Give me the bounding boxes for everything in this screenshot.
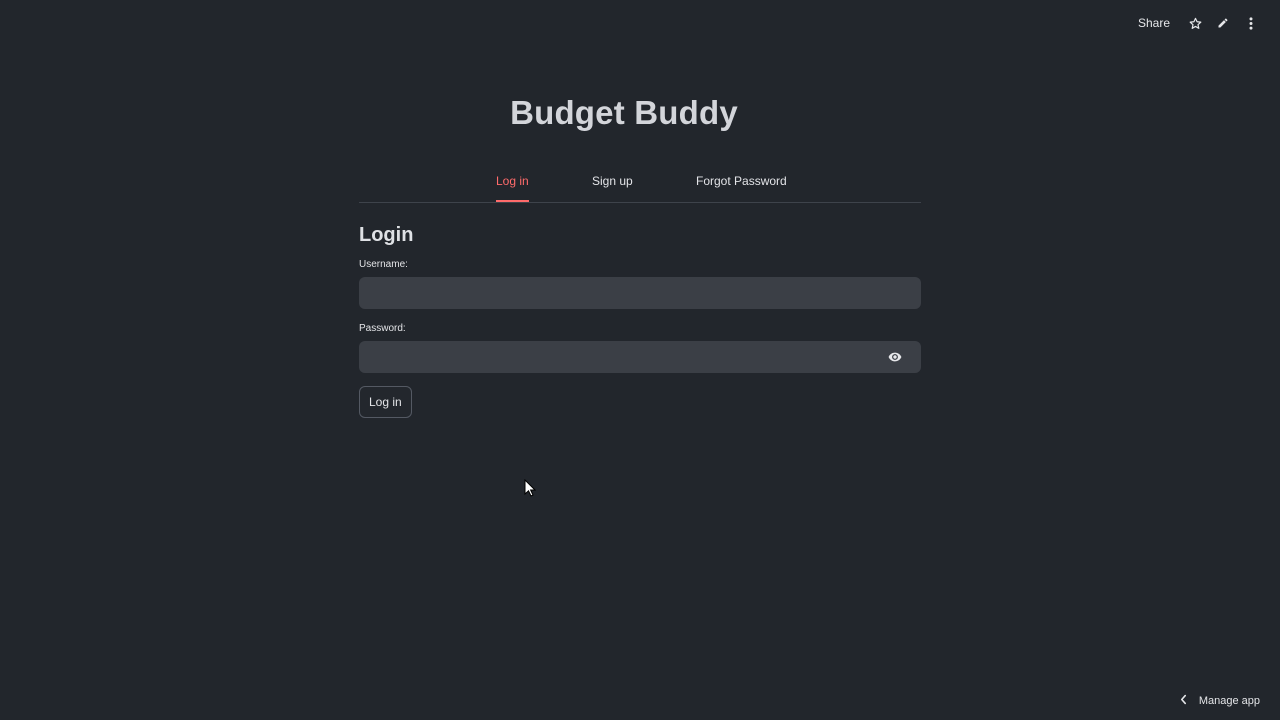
main-content: Log in Sign up Forgot Password Login Use… <box>359 160 921 418</box>
manage-app-label: Manage app <box>1198 695 1260 707</box>
auth-tabs: Log in Sign up Forgot Password <box>359 160 921 203</box>
tab-sign-up[interactable]: Sign up <box>592 174 633 188</box>
pencil-icon[interactable] <box>1216 16 1230 30</box>
tab-forgot-password[interactable]: Forgot Password <box>696 174 787 188</box>
username-field-container <box>359 277 921 309</box>
app-page: Share Budget Buddy Log in Sign up Forgot… <box>0 0 1280 720</box>
password-label: Password: <box>359 323 406 334</box>
top-toolbar: Share <box>1138 16 1258 30</box>
username-input[interactable] <box>359 277 921 309</box>
chevron-left-icon <box>1180 694 1187 708</box>
more-vertical-icon[interactable] <box>1244 16 1258 30</box>
manage-app-button[interactable]: Manage app <box>1180 694 1260 708</box>
password-field-container <box>359 341 921 373</box>
username-label: Username: <box>359 259 408 270</box>
app-title: Budget Buddy <box>510 94 738 131</box>
login-heading: Login <box>359 224 414 246</box>
eye-icon[interactable] <box>887 350 903 364</box>
star-icon[interactable] <box>1188 16 1202 30</box>
password-input[interactable] <box>359 341 921 373</box>
mouse-cursor-icon <box>524 478 537 497</box>
tab-log-in[interactable]: Log in <box>496 174 529 202</box>
share-button[interactable]: Share <box>1138 16 1170 30</box>
log-in-button[interactable]: Log in <box>359 386 412 418</box>
